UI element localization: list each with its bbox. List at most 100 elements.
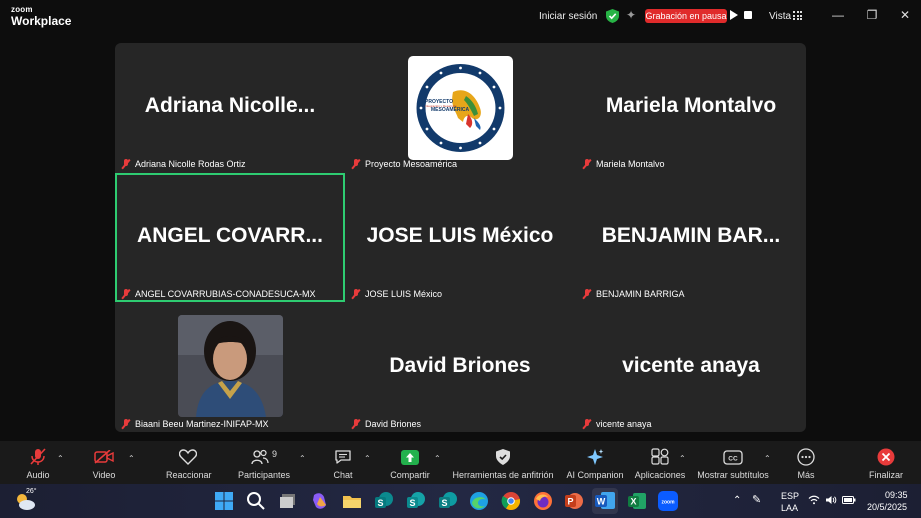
share-button[interactable]: Compartir xyxy=(388,447,432,480)
participant-tile[interactable]: BENJAMIN BAR... BENJAMIN BARRIGA xyxy=(576,173,806,302)
close-icon[interactable]: ✕ xyxy=(897,8,913,22)
participant-tile[interactable]: Adriana Nicolle... Adriana Nicolle Rodas… xyxy=(115,43,345,172)
audio-label: Audio xyxy=(26,470,50,480)
end-meeting-button[interactable]: Finalizar xyxy=(868,447,904,480)
shield-icon xyxy=(496,449,510,465)
sharepoint-icon[interactable]: S xyxy=(374,491,394,511)
participants-count: 9 xyxy=(271,449,277,459)
apps-label: Aplicaciones xyxy=(634,470,686,480)
ai-companion-button[interactable]: AI Companion xyxy=(565,447,625,480)
participant-label: David Briones xyxy=(351,419,421,429)
logo-text-line3: MESOAMÉRICA xyxy=(431,107,470,113)
clock-time[interactable]: 09:35 xyxy=(885,490,908,500)
windows-start-icon[interactable] xyxy=(214,491,234,511)
excel-icon[interactable]: X xyxy=(627,491,647,511)
signin-link[interactable]: Iniciar sesión xyxy=(539,11,597,22)
participant-tile-active-speaker[interactable]: ANGEL COVARR... ANGEL COVARRUBIAS-CONADE… xyxy=(115,173,345,302)
heart-icon xyxy=(179,449,197,465)
participant-label: Proyecto Mesoamérica xyxy=(351,159,457,169)
participant-display-name: Mariela Montalvo xyxy=(605,93,777,117)
svg-text:P: P xyxy=(567,497,573,507)
grid-view-icon[interactable] xyxy=(793,11,802,20)
svg-text:CC: CC xyxy=(728,455,738,462)
view-button[interactable]: Vista xyxy=(769,11,791,22)
apps-options-chevron-icon[interactable]: ⌃ xyxy=(679,454,686,463)
powerpoint-icon[interactable]: P xyxy=(564,491,584,511)
weather-temp: 26° xyxy=(26,488,37,495)
audio-button[interactable]: Audio xyxy=(24,447,52,480)
zoom-window: zoom Workplace Iniciar sesión ✦ Grabació… xyxy=(0,0,921,518)
recording-status-pill[interactable]: Grabación en pausa xyxy=(645,9,727,23)
minimize-icon[interactable]: — xyxy=(830,8,846,22)
captions-icon: CC xyxy=(723,449,743,465)
audio-options-chevron-icon[interactable]: ⌃ xyxy=(57,454,64,463)
chrome-browser-icon[interactable] xyxy=(501,491,521,511)
captions-button[interactable]: CC Mostrar subtítulos xyxy=(694,447,772,480)
edge-browser-icon[interactable] xyxy=(469,491,489,511)
captions-options-chevron-icon[interactable]: ⌃ xyxy=(764,454,771,463)
participant-photo xyxy=(178,315,283,417)
share-options-chevron-icon[interactable]: ⌃ xyxy=(434,454,441,463)
sharepoint-icon[interactable]: S xyxy=(438,491,458,511)
participant-tile[interactable]: vicente anaya vicente anaya xyxy=(576,303,806,432)
resume-recording-icon[interactable] xyxy=(730,10,738,20)
zoom-app-icon[interactable]: zoom xyxy=(658,491,678,511)
clock-date[interactable]: 20/5/2025 xyxy=(867,502,907,512)
show-hidden-icons-chevron-icon[interactable]: ⌃ xyxy=(733,495,741,506)
host-tools-button[interactable]: Herramientas de anfitrión xyxy=(451,447,555,480)
svg-text:X: X xyxy=(630,497,636,507)
participant-display-name: ANGEL COVARR... xyxy=(137,223,323,247)
copilot-icon[interactable] xyxy=(310,491,330,511)
video-off-icon xyxy=(94,450,114,464)
sharepoint-icon[interactable]: S xyxy=(406,491,426,511)
participant-name: JOSE LUIS México xyxy=(365,289,443,299)
input-language-bottom[interactable]: LAA xyxy=(781,503,798,513)
participant-label: Mariela Montalvo xyxy=(582,159,665,169)
proyecto-mesoamerica-logo: PROYECTO Integración y Desarrollo MESOAM… xyxy=(408,56,513,160)
react-button[interactable]: Reaccionar xyxy=(166,447,212,480)
participants-button[interactable]: 9 Participantes xyxy=(236,447,292,480)
word-icon[interactable]: W xyxy=(592,488,618,514)
participant-display-name: vicente anaya xyxy=(622,353,760,377)
participant-name: Proyecto Mesoamérica xyxy=(365,159,458,169)
participant-label: Adriana Nicolle Rodas Ortiz xyxy=(121,159,246,169)
mic-muted-icon xyxy=(582,159,592,169)
shield-check-icon[interactable] xyxy=(606,9,619,23)
task-view-icon[interactable] xyxy=(278,491,298,511)
sparkle-icon[interactable]: ✦ xyxy=(626,9,639,22)
chat-button[interactable]: Chat xyxy=(330,447,356,480)
video-gallery: Adriana Nicolle... Adriana Nicolle Rodas… xyxy=(115,43,806,432)
chat-label: Chat xyxy=(333,470,353,480)
react-label: Reaccionar xyxy=(166,470,212,480)
more-label: Más xyxy=(797,470,815,480)
wifi-icon[interactable] xyxy=(808,495,820,505)
participant-name: BENJAMIN BARRIGA xyxy=(596,289,685,299)
captions-label: Mostrar subtítulos xyxy=(697,470,769,480)
share-screen-icon xyxy=(401,449,419,465)
participant-tile[interactable]: Mariela Montalvo Mariela Montalvo xyxy=(576,43,806,172)
more-dots-icon xyxy=(797,448,815,466)
windows-taskbar: 26° S S S P W X zoom ⌃ ✎ ESP LAA 09:35 2… xyxy=(0,484,921,518)
video-options-chevron-icon[interactable]: ⌃ xyxy=(128,454,135,463)
firefox-browser-icon[interactable] xyxy=(533,491,553,511)
search-icon[interactable] xyxy=(246,491,266,511)
participants-options-chevron-icon[interactable]: ⌃ xyxy=(299,454,306,463)
svg-text:zoom: zoom xyxy=(661,500,675,506)
svg-text:S: S xyxy=(441,498,447,508)
volume-icon[interactable] xyxy=(825,495,837,505)
participant-label: Biaani Beeu Martinez-INIFAP-MX xyxy=(121,419,269,429)
video-button[interactable]: Video xyxy=(90,447,118,480)
chat-options-chevron-icon[interactable]: ⌃ xyxy=(364,454,371,463)
participant-tile[interactable]: David Briones David Briones xyxy=(345,303,575,432)
restore-icon[interactable]: ❐ xyxy=(864,8,880,22)
weather-widget[interactable]: 26° xyxy=(14,488,37,512)
apps-button[interactable]: Aplicaciones xyxy=(634,447,686,480)
file-explorer-icon[interactable] xyxy=(342,491,362,511)
more-button[interactable]: Más xyxy=(794,447,818,480)
mic-muted-icon xyxy=(351,289,361,299)
battery-icon[interactable] xyxy=(842,495,856,505)
input-language-top[interactable]: ESP xyxy=(781,491,799,501)
participant-tile[interactable]: JOSE LUIS México JOSE LUIS México xyxy=(345,173,575,302)
pen-input-icon[interactable]: ✎ xyxy=(752,493,761,506)
stop-recording-icon[interactable] xyxy=(744,11,752,19)
